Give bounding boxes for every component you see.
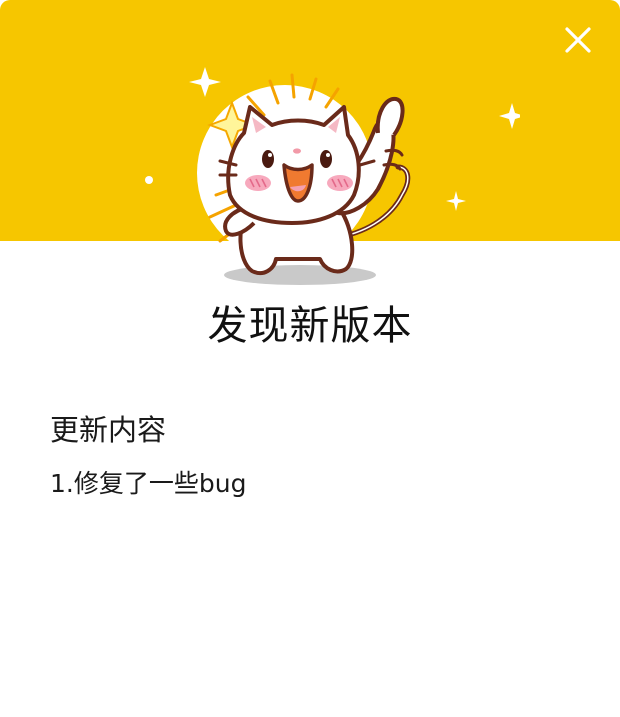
close-icon	[565, 27, 591, 53]
dialog-title: 发现新版本	[207, 303, 413, 349]
update-item: 1.修复了一些bug	[50, 469, 247, 498]
update-content-heading: 更新内容	[50, 413, 167, 447]
close-button[interactable]	[560, 22, 596, 58]
cat-thumbs-up-illustration	[145, 67, 520, 285]
update-dialog: 发现新版本 更新内容 1.修复了一些bug	[0, 0, 620, 717]
